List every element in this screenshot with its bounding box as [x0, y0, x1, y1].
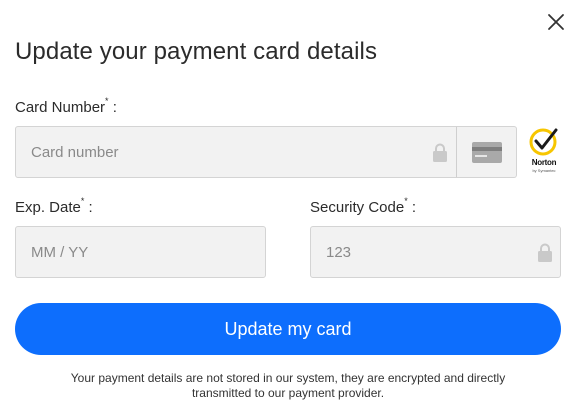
norton-brand: Norton: [531, 158, 557, 167]
card-number-field[interactable]: [15, 126, 457, 178]
required-mark: *: [105, 96, 109, 106]
close-icon: [548, 14, 564, 30]
required-mark: *: [404, 196, 408, 206]
required-mark: *: [80, 196, 85, 206]
security-disclaimer: Your payment details are not stored in o…: [70, 371, 506, 400]
security-code-label: Security Code* :: [310, 196, 417, 216]
payment-card-modal: Update your payment card details Card Nu…: [0, 0, 578, 416]
security-code-input[interactable]: [311, 227, 560, 277]
norton-secured-badge: Norton by Symantec: [526, 128, 562, 176]
close-button[interactable]: [544, 10, 568, 34]
card-number-label: Card Number* :: [15, 96, 117, 116]
lock-icon: [538, 243, 552, 262]
norton-sub: by Symantec: [532, 168, 556, 173]
lock-icon: [433, 143, 447, 162]
modal-title: Update your payment card details: [15, 38, 378, 65]
credit-card-icon: [472, 142, 502, 163]
exp-date-input[interactable]: [16, 227, 265, 277]
exp-date-field[interactable]: [15, 226, 266, 278]
security-code-field[interactable]: [310, 226, 561, 278]
exp-date-label: Exp. Date* :: [15, 196, 93, 216]
card-number-input[interactable]: [16, 127, 456, 177]
card-type-indicator: [456, 126, 517, 178]
update-card-button[interactable]: Update my card: [15, 303, 561, 355]
